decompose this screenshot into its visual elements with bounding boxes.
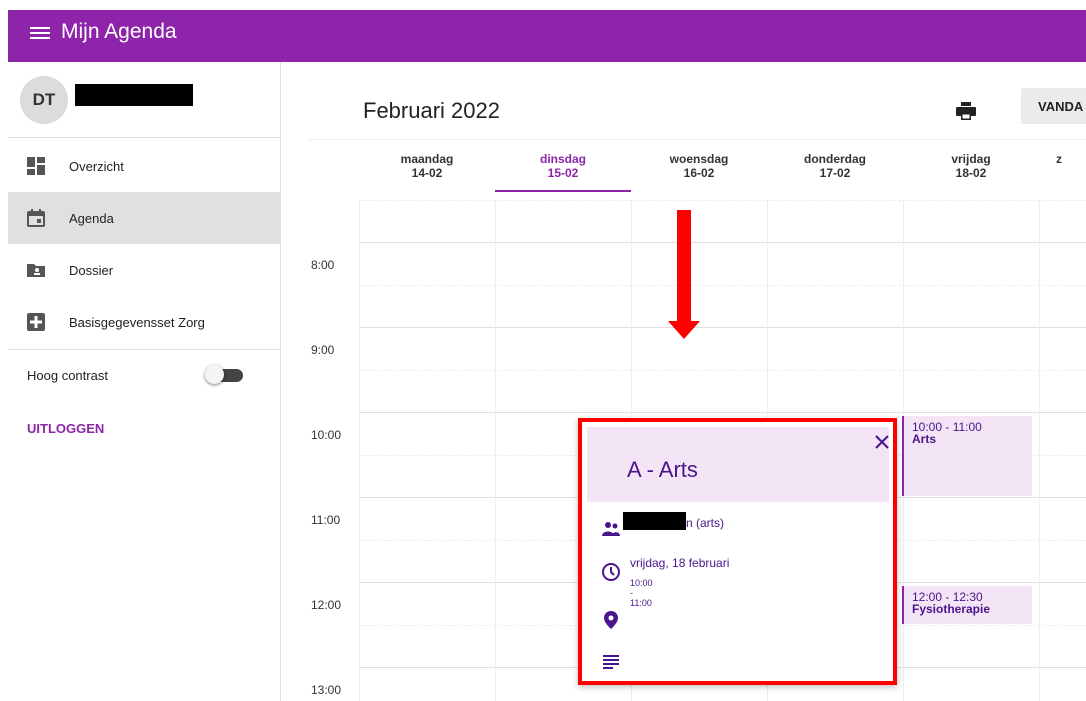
popup-title: A - Arts xyxy=(627,457,698,482)
time-label: 9:00 xyxy=(311,343,335,357)
event-time: 10:00 - 11:00 xyxy=(630,578,653,608)
event-title: Fysiotherapie xyxy=(912,602,991,616)
folder-user-icon xyxy=(27,264,45,277)
day-name: vrijdag xyxy=(951,152,991,166)
calendar-icon xyxy=(27,209,45,227)
day-header-zaterdag[interactable]: z xyxy=(1056,152,1086,192)
sidebar-item-label: Basisgegevensset Zorg xyxy=(69,314,205,330)
popup-header: A - Arts xyxy=(587,427,889,502)
sidebar-item-label: Dossier xyxy=(69,262,114,278)
time-label: 12:00 xyxy=(311,598,342,612)
day-header-woensdag[interactable]: woensdag 16-02 xyxy=(631,152,767,192)
time-label: 13:00 xyxy=(311,683,342,697)
annotation-arrow-head xyxy=(668,321,700,339)
time-label: 11:00 xyxy=(311,513,341,527)
day-date: 18-02 xyxy=(955,166,987,180)
location-pin-icon xyxy=(604,611,618,629)
logout-button[interactable]: UITLOGGEN xyxy=(27,421,104,436)
sidebar-item-basisgegevensset-zorg[interactable]: Basisgegevensset Zorg xyxy=(8,296,280,348)
day-name: dinsdag xyxy=(539,152,586,166)
annotation-arrow xyxy=(677,210,691,323)
divider xyxy=(8,349,280,350)
sidebar: DT Overzicht Agenda Dossier Basisgegeven… xyxy=(8,62,281,701)
grid-line xyxy=(359,242,1086,243)
grid-line xyxy=(359,200,1086,201)
header-border xyxy=(309,139,1086,140)
month-title: Februari 2022 xyxy=(363,98,500,123)
day-header-maandag[interactable]: maandag 14-02 xyxy=(359,152,495,192)
active-day-indicator xyxy=(495,190,631,192)
sidebar-item-agenda[interactable]: Agenda xyxy=(8,192,280,244)
avatar: DT xyxy=(20,76,68,124)
sidebar-item-label: Agenda xyxy=(69,210,114,226)
event-detail-popup: A - Arts n (arts) vrijdag, 18 februari 1… xyxy=(578,418,897,685)
high-contrast-label: Hoog contrast xyxy=(27,368,108,383)
column-divider xyxy=(495,200,496,701)
sidebar-item-dossier[interactable]: Dossier xyxy=(8,244,280,296)
high-contrast-row: Hoog contrast xyxy=(8,356,280,392)
time-label: 10:00 xyxy=(311,428,342,442)
clock-icon xyxy=(602,563,620,581)
toggle-knob xyxy=(205,365,224,384)
day-name: maandag xyxy=(400,152,454,166)
time-label: 8:00 xyxy=(311,258,335,272)
day-date: 16-02 xyxy=(683,166,715,180)
grid-line xyxy=(359,370,1086,371)
day-header-donderdag[interactable]: donderdag 17-02 xyxy=(767,152,903,192)
day-name: donderdag xyxy=(804,152,866,166)
grid-line xyxy=(359,285,1086,286)
day-header-vrijdag[interactable]: vrijdag 18-02 xyxy=(903,152,1039,192)
dashboard-icon xyxy=(27,157,45,175)
day-name: z xyxy=(1056,152,1062,166)
redacted-participant xyxy=(623,512,686,530)
day-date: 17-02 xyxy=(819,166,851,180)
column-divider xyxy=(359,200,360,701)
event-title: Arts xyxy=(912,432,937,446)
print-icon[interactable] xyxy=(956,102,976,120)
app-frame: Mijn Agenda DT Overzicht Agenda Dossier … xyxy=(8,10,1086,701)
sidebar-item-label: Overzicht xyxy=(69,158,124,174)
event-date: vrijdag, 18 februari xyxy=(630,556,730,570)
event-fysiotherapie[interactable]: 12:00 - 12:30 Fysiotherapie xyxy=(902,586,1032,624)
user-profile: DT xyxy=(8,62,280,138)
grid-line xyxy=(359,412,1086,413)
column-divider xyxy=(1039,200,1040,701)
grid-line xyxy=(359,327,1086,328)
medical-plus-icon xyxy=(27,313,45,331)
close-icon[interactable] xyxy=(874,434,890,450)
today-button[interactable]: VANDA xyxy=(1021,88,1086,124)
day-date: 14-02 xyxy=(411,166,443,180)
app-title: Mijn Agenda xyxy=(61,20,177,43)
day-name: woensdag xyxy=(669,152,729,166)
high-contrast-toggle[interactable] xyxy=(205,365,243,384)
redacted-name xyxy=(75,84,193,106)
notes-icon xyxy=(603,655,619,669)
sidebar-item-overzicht[interactable]: Overzicht xyxy=(8,140,280,192)
app-bar: Mijn Agenda xyxy=(8,10,1086,62)
day-date: 15-02 xyxy=(547,166,579,180)
people-icon xyxy=(602,522,620,536)
event-arts[interactable]: 10:00 - 11:00 Arts xyxy=(902,416,1032,496)
menu-icon[interactable] xyxy=(30,24,50,44)
participant-text: n (arts) xyxy=(686,516,725,530)
day-header-dinsdag[interactable]: dinsdag 15-02 xyxy=(495,152,631,192)
